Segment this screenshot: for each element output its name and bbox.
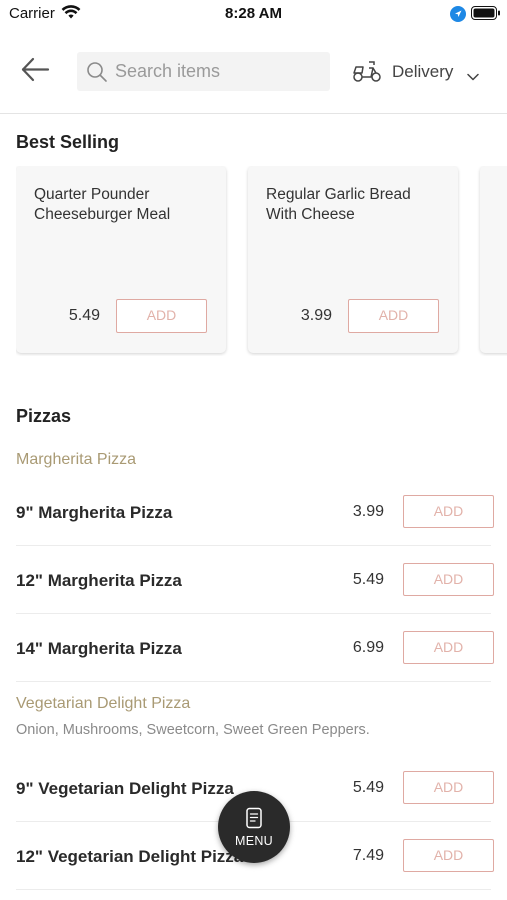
item-name: 9" Vegetarian Delight Pizza bbox=[16, 779, 234, 798]
delivery-mode-selector[interactable]: Delivery bbox=[352, 58, 492, 86]
item-price: 3.99 bbox=[352, 503, 384, 520]
item-price: 5.49 bbox=[352, 779, 384, 796]
add-button[interactable]: ADD bbox=[116, 299, 207, 333]
add-button[interactable]: ADD bbox=[403, 771, 494, 804]
item-name: 14" Margherita Pizza bbox=[16, 639, 182, 658]
best-selling-card-partial[interactable] bbox=[480, 166, 507, 353]
back-arrow-icon bbox=[21, 57, 50, 82]
item-name: 9" Margherita Pizza bbox=[16, 503, 173, 522]
card-item-price: 3.99 bbox=[300, 307, 332, 324]
card-item-price: 5.49 bbox=[68, 307, 100, 324]
battery-icon bbox=[471, 6, 501, 26]
best-selling-card[interactable]: Regular Garlic Bread With Cheese 3.99 AD… bbox=[248, 166, 458, 353]
menu-item-row[interactable]: 9" Margherita Pizza 3.99 ADD bbox=[16, 478, 494, 546]
add-button[interactable]: ADD bbox=[348, 299, 439, 333]
search-input[interactable] bbox=[115, 52, 325, 91]
location-arrow-icon bbox=[450, 6, 466, 27]
add-button[interactable]: ADD bbox=[403, 631, 494, 664]
item-name: 12" Vegetarian Delight Pizza bbox=[16, 847, 244, 866]
subcategory-title: Vegetarian Delight Pizza bbox=[16, 695, 191, 712]
chevron-down-icon bbox=[467, 68, 479, 86]
add-button[interactable]: ADD bbox=[403, 495, 494, 528]
card-item-name: Regular Garlic Bread With Cheese bbox=[266, 186, 411, 223]
status-bar: Carrier 8:28 AM bbox=[0, 0, 507, 30]
item-price: 6.99 bbox=[352, 639, 384, 656]
menu-fab-label: MENU bbox=[234, 834, 273, 848]
delivery-label: Delivery bbox=[392, 62, 454, 81]
menu-fab-button[interactable]: MENU bbox=[218, 791, 290, 863]
pizzas-title: Pizzas bbox=[16, 406, 72, 426]
best-selling-card[interactable]: Quarter Pounder Cheeseburger Meal 5.49 A… bbox=[16, 166, 226, 353]
menu-book-icon bbox=[244, 807, 264, 834]
scooter-icon bbox=[352, 59, 382, 88]
add-button[interactable]: ADD bbox=[403, 563, 494, 596]
menu-item-row[interactable]: 12" Margherita Pizza 5.49 ADD bbox=[16, 546, 494, 614]
item-price: 7.49 bbox=[352, 847, 384, 864]
card-item-name: Quarter Pounder Cheeseburger Meal bbox=[34, 186, 171, 223]
best-selling-carousel[interactable]: Quarter Pounder Cheeseburger Meal 5.49 A… bbox=[16, 166, 507, 356]
back-button[interactable] bbox=[20, 56, 52, 84]
item-price: 5.49 bbox=[352, 571, 384, 588]
header-bar: Delivery bbox=[0, 30, 507, 114]
subcategory-description: Onion, Mushrooms, Sweetcorn, Sweet Green… bbox=[16, 722, 370, 738]
search-box[interactable] bbox=[77, 52, 330, 91]
best-selling-title: Best Selling bbox=[16, 132, 120, 152]
subcategory-title: Margherita Pizza bbox=[16, 451, 137, 468]
menu-item-row[interactable]: 14" Margherita Pizza 6.99 ADD bbox=[16, 614, 494, 682]
item-name: 12" Margherita Pizza bbox=[16, 571, 182, 590]
add-button[interactable]: ADD bbox=[403, 839, 494, 872]
clock-time: 8:28 AM bbox=[225, 5, 282, 22]
search-icon bbox=[86, 61, 108, 88]
